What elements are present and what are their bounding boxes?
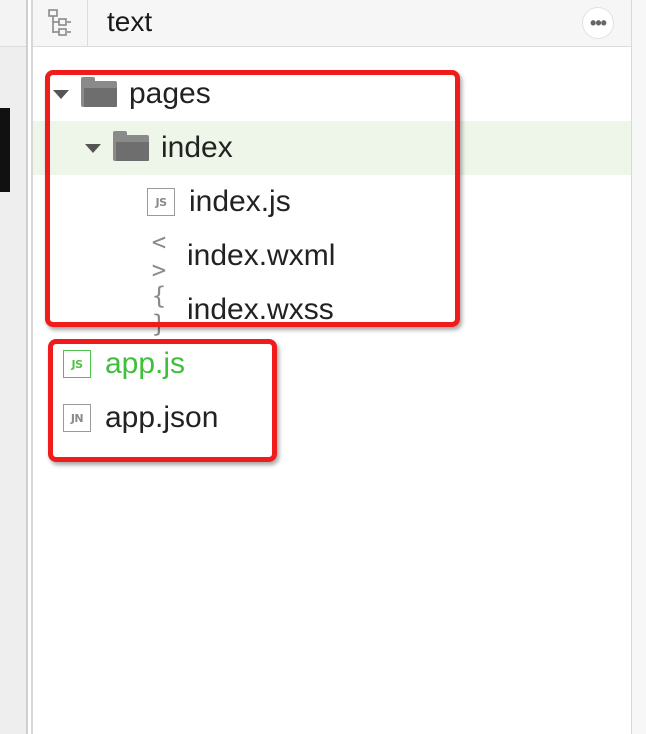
folder-label: index [161,131,233,164]
tree-view-button[interactable] [33,0,88,46]
file-label: index.wxss [187,293,334,326]
folder-icon [81,77,117,107]
folder-icon [113,131,149,161]
tree-file-app-js[interactable]: JS app.js [33,337,631,391]
js-file-icon: JS [63,350,91,378]
curly-braces-icon: { } [151,282,169,338]
js-file-icon: JS [147,188,175,216]
file-label: index.wxml [187,239,336,272]
tree-file-index-wxml[interactable]: < > index.wxml [33,228,631,284]
more-options-button[interactable]: ••• [583,8,613,38]
tree-folder-index[interactable]: index [33,121,631,175]
json-file-icon: JN [63,404,91,432]
gutter-divider [26,0,28,734]
file-label: app.json [105,401,219,434]
explorer-header: text ••• [33,0,631,47]
file-label: index.js [189,185,291,218]
project-title: text [107,6,153,37]
tree-folder-pages[interactable]: pages [33,67,631,121]
more-icon: ••• [590,13,607,33]
tree-file-index-wxss[interactable]: { } index.wxss [33,282,631,338]
left-gutter-header [0,0,26,47]
file-label: app.js [105,347,186,380]
gutter-active-indicator [0,108,10,192]
tree-structure-icon [48,9,71,36]
chevron-down-icon[interactable] [53,89,69,99]
folder-label: pages [129,77,211,110]
right-scroll-edge[interactable] [631,0,646,734]
tree-file-app-json[interactable]: JN app.json [33,391,631,445]
file-explorer-panel: text ••• pages index JS index.js < > ind… [0,0,646,734]
chevron-down-icon[interactable] [85,143,101,153]
code-brackets-icon: < > [151,228,169,284]
tree-file-index-js[interactable]: JS index.js [33,175,631,229]
